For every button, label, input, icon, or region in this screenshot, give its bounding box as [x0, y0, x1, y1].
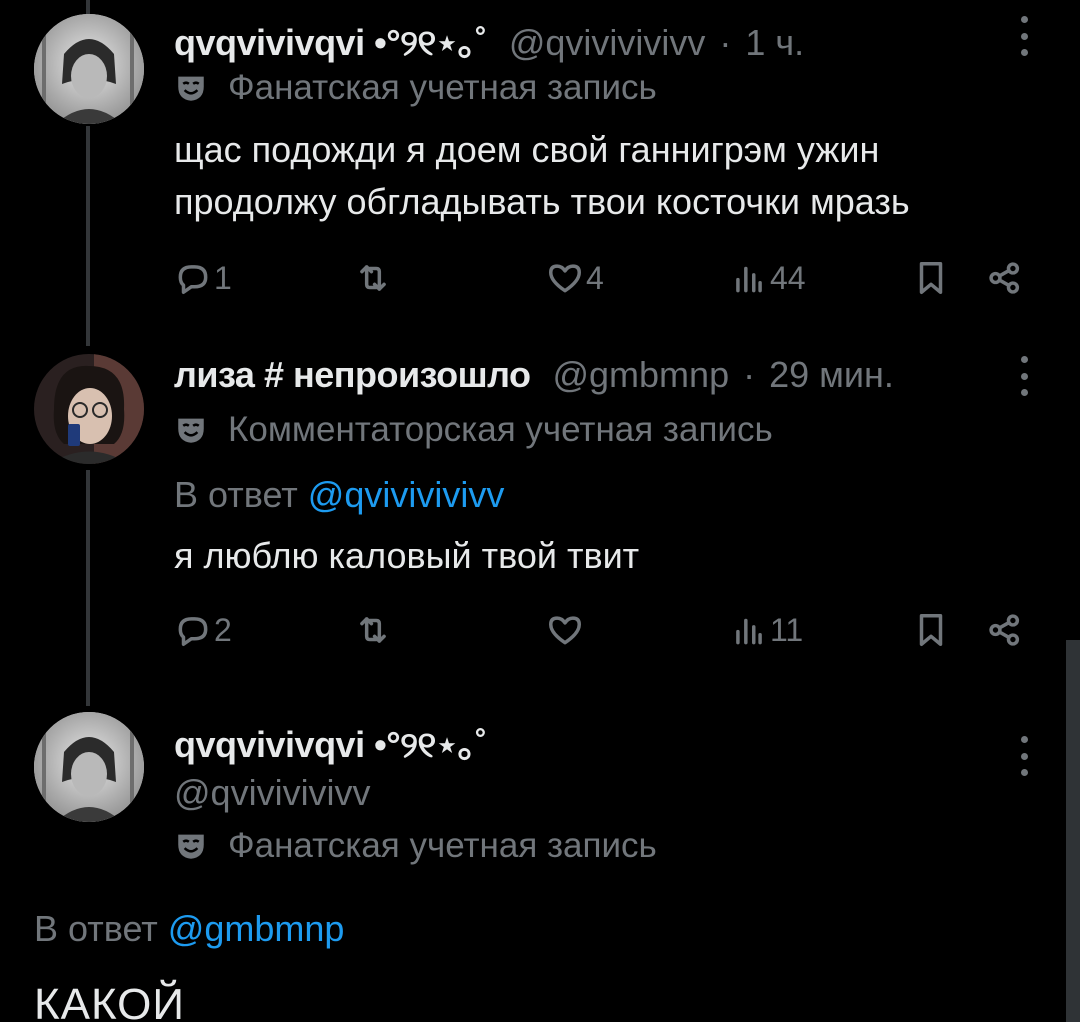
thread-line: [86, 126, 90, 346]
reply-mention-link[interactable]: @gmbmnp: [168, 908, 345, 949]
bookmark-icon: [919, 262, 943, 294]
views-icon: [736, 618, 762, 645]
account-badge: Фанатская учетная запись: [174, 68, 657, 108]
views-icon: [736, 266, 762, 293]
views-count: 44: [770, 259, 806, 296]
reply-context: В ответ @qvivivivivv: [174, 474, 504, 516]
timestamp[interactable]: 1 ч.: [745, 22, 804, 63]
mask-icon: [178, 76, 204, 101]
retweet-button[interactable]: [354, 256, 392, 300]
timestamp[interactable]: 29 мин.: [769, 354, 894, 395]
bookmark-button[interactable]: [912, 608, 950, 652]
badge-label: Фанатская учетная запись: [228, 826, 657, 865]
share-icon: [989, 262, 1020, 294]
reply-prefix: В ответ: [34, 908, 158, 949]
account-badge: Фанатская учетная запись: [174, 826, 657, 866]
like-icon: [549, 264, 581, 293]
avatar-image: [34, 14, 144, 124]
display-name[interactable]: qvqvivivqvi •°୨୧⋆｡˚: [174, 22, 487, 63]
more-icon[interactable]: [1014, 16, 1034, 56]
share-icon: [989, 614, 1020, 646]
more-icon[interactable]: [1014, 736, 1034, 776]
bookmark-button[interactable]: [912, 256, 950, 300]
avatar[interactable]: [34, 712, 144, 822]
badge-label: Комментаторская учетная запись: [228, 410, 773, 449]
display-name[interactable]: qvqvivivqvi •°୨୧⋆｡˚: [174, 724, 487, 765]
bookmark-icon: [919, 614, 943, 646]
reply-prefix: В ответ: [174, 474, 298, 515]
tweet-text-line: щас подожди я доем свой ганнигрэм ужин: [174, 129, 880, 170]
tweet-actions: 1 4 44: [174, 256, 1034, 300]
reply-context: В ответ @gmbmnp: [34, 908, 344, 950]
mask-icon: [178, 418, 204, 443]
separator-dot: ·: [743, 354, 756, 395]
avatar[interactable]: [34, 14, 144, 124]
reply-count: 1: [214, 259, 232, 296]
reply-mention-link[interactable]: @qvivivivivv: [308, 474, 505, 515]
reply-icon: [178, 617, 208, 646]
handle[interactable]: @qvivivivivv: [509, 22, 706, 63]
scrollbar[interactable]: [1066, 640, 1080, 1022]
handle[interactable]: @qvivivivivv: [174, 772, 371, 813]
like-button[interactable]: 4: [546, 256, 604, 300]
like-button[interactable]: [546, 608, 584, 652]
thread-line: [86, 470, 90, 706]
account-badge: Комментаторская учетная запись: [174, 410, 773, 450]
avatar[interactable]: [34, 354, 144, 464]
avatar-image: [34, 712, 144, 822]
views-button[interactable]: 44: [730, 256, 806, 300]
like-icon: [549, 616, 581, 645]
reply-count: 2: [214, 611, 232, 648]
views-button[interactable]: 11: [730, 608, 803, 652]
like-count: 4: [586, 259, 604, 296]
avatar-image: [34, 354, 144, 464]
display-name[interactable]: лиза # непроизошло: [174, 354, 531, 395]
reply-button[interactable]: 2: [174, 608, 232, 652]
thread-view: qvqvivivqvi •°୨୧⋆｡˚ @qvivivivivv · 1 ч. …: [0, 0, 1080, 1022]
share-button[interactable]: [986, 256, 1024, 300]
badge-label: Фанатская учетная запись: [228, 68, 657, 107]
tweet-text: я люблю каловый твой твит: [174, 530, 639, 582]
more-icon[interactable]: [1014, 356, 1034, 396]
separator-dot: ·: [719, 22, 732, 63]
retweet-icon: [360, 265, 386, 291]
tweet-header: qvqvivivqvi •°୨୧⋆｡˚ @qvivivivivv · 1 ч.: [174, 14, 804, 66]
share-button[interactable]: [986, 608, 1024, 652]
reply-icon: [178, 265, 208, 294]
retweet-icon: [360, 617, 386, 643]
handle[interactable]: @gmbmnp: [552, 354, 729, 395]
views-count: 11: [770, 611, 804, 648]
focused-display-name-line: qvqvivivqvi •°୨୧⋆｡˚: [174, 716, 487, 768]
mask-icon: [178, 834, 204, 859]
retweet-button[interactable]: [354, 608, 392, 652]
focused-handle-line: @qvivivivivv: [174, 772, 371, 814]
reply-button[interactable]: 1: [174, 256, 232, 300]
tweet-actions: 2 11: [174, 608, 1034, 652]
tweet-text-line: продолжу обгладывать твои косточки мразь: [174, 181, 910, 222]
tweet-text: щас подожди я доем свой ганнигрэм ужин п…: [174, 124, 910, 228]
tweet-text-line: я люблю каловый твой твит: [174, 535, 640, 576]
tweet-header: лиза # непроизошло @gmbmnp · 29 мин.: [174, 354, 894, 396]
focused-tweet-text: КАКОЙ: [34, 980, 185, 1022]
